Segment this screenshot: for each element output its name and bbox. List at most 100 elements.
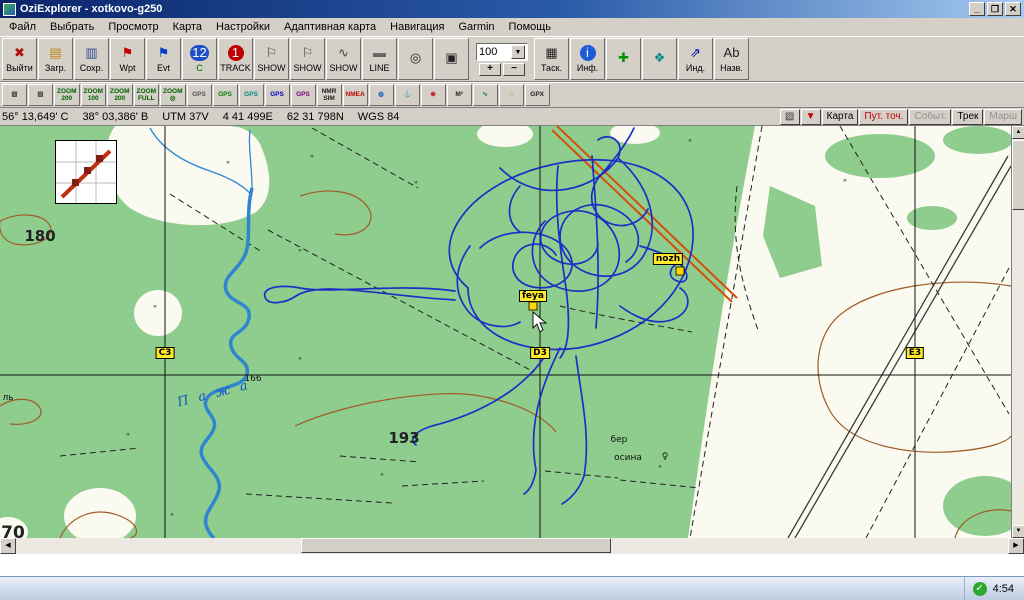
toolbar-button-label: Wpt	[119, 63, 135, 74]
toolbar-button[interactable]: ❖	[642, 38, 677, 80]
layer-toggle-button[interactable]: Марш	[984, 109, 1022, 125]
toolbar-button-label: Загр.	[45, 63, 66, 74]
toolbar-small-button[interactable]: GPX	[525, 84, 550, 106]
toolbar-button[interactable]: ▣	[434, 38, 469, 80]
toolbar-small-button[interactable]: GPS	[239, 84, 264, 106]
vertical-scroll-thumb[interactable]	[1012, 140, 1024, 210]
toolbar-button-icon: ∿	[336, 45, 352, 61]
layer-toggle-button[interactable]: Пут. точ.	[859, 109, 908, 125]
toolbar-button[interactable]: ▦ Таск.	[534, 38, 569, 80]
latitude-readout: 56° 13,649' С	[2, 111, 68, 123]
menu-item[interactable]: Навигация	[383, 19, 451, 35]
toolbar-button[interactable]: ✖ Выйти	[2, 38, 37, 80]
menu-item[interactable]: Файл	[2, 19, 43, 35]
overview-inset[interactable]	[55, 140, 117, 204]
scroll-left-arrow[interactable]: ◀	[0, 538, 16, 554]
toolbar-small-button[interactable]: GPS	[187, 84, 212, 106]
menu-item[interactable]: Карта	[166, 19, 209, 35]
toolbar-button[interactable]: ▥ Сохр.	[74, 38, 109, 80]
overview-inset-canvas	[56, 141, 116, 203]
toolbar-button-icon: ◎	[408, 50, 424, 66]
toolbar-small-button[interactable]: ZOOM 200	[107, 84, 133, 106]
scroll-down-arrow[interactable]: ▼	[1012, 525, 1024, 538]
zoom-in-button[interactable]: +	[479, 63, 501, 76]
scroll-right-arrow[interactable]: ▶	[1008, 538, 1024, 554]
toolbar-button-label: Evt	[157, 63, 170, 74]
zoom-level-dropdown[interactable]: 100 ▼	[476, 43, 528, 61]
main-toolbar: ✖ Выйти ▤ Загр. ▥ Сохр. ⚑ Wpt	[0, 36, 1024, 82]
minimize-button[interactable]: _	[969, 2, 985, 16]
menu-item[interactable]: Адаптивная карта	[277, 19, 383, 35]
layer-toggle-button[interactable]: Событ.	[909, 109, 951, 125]
toolbar-small-button[interactable]: M²	[447, 84, 472, 106]
toolbar-small-button[interactable]: ▨	[28, 84, 53, 106]
taskbar-clock[interactable]: 4:54	[993, 583, 1014, 595]
toolbar-small-button[interactable]: NMR SIM	[317, 84, 342, 106]
toolbar-small-button[interactable]: ▧	[2, 84, 27, 106]
menu-item[interactable]: Просмотр	[101, 19, 165, 35]
menu-item[interactable]: Выбрать	[43, 19, 101, 35]
toolbar-button-label: SHOW	[330, 63, 358, 74]
toolbar-button-icon: ⚑	[156, 45, 172, 61]
toolbar-button-label: C	[196, 63, 203, 74]
toolbar-button[interactable]: 1 TRACK	[218, 38, 253, 80]
toolbar-button-icon: 12	[190, 45, 208, 61]
close-button[interactable]: ✕	[1005, 2, 1021, 16]
toolbar-small-button[interactable]: ZOOM ◎	[160, 84, 186, 106]
toolbar-small-button[interactable]: ∿	[473, 84, 498, 106]
toolbar-button[interactable]: ⇗ Инд.	[678, 38, 713, 80]
toolbar-small-button[interactable]: GPS	[265, 84, 290, 106]
taskbar[interactable]: ✓ 4:54	[0, 576, 1024, 600]
menu-item[interactable]: Garmin	[451, 19, 501, 35]
menu-item[interactable]: Помощь	[502, 19, 559, 35]
toolbar-button[interactable]: ∿ SHOW	[326, 38, 361, 80]
map-vertical-scrollbar[interactable]: ▲ ▼	[1011, 126, 1024, 538]
maximize-button[interactable]: ❐	[987, 2, 1003, 16]
toolbar-button-label: SHOW	[294, 63, 322, 74]
statusbar-icon-button[interactable]: ▼	[801, 109, 821, 125]
toolbar-button-label: LINE	[369, 63, 389, 74]
menu-bar: ФайлВыбратьПросмотрКартаНастройкиАдаптив…	[0, 18, 1024, 36]
northing-readout: 62 31 798N	[287, 111, 344, 123]
toolbar-small-button[interactable]: ◍	[369, 84, 394, 106]
toolbar-button[interactable]: ◎	[398, 38, 433, 80]
toolbar-button[interactable]: Ab Назв.	[714, 38, 749, 80]
toolbar-button[interactable]: ⚑ Evt	[146, 38, 181, 80]
toolbar-button-icon: ✚	[616, 50, 632, 66]
horizontal-scroll-track[interactable]	[16, 538, 1008, 554]
horizontal-scroll-thumb[interactable]	[301, 538, 611, 553]
toolbar-small-button[interactable]: ZOOM FULL	[134, 84, 160, 106]
layer-toggle-button[interactable]: Карта	[822, 109, 859, 125]
statusbar-icon-button[interactable]: ▧	[780, 109, 800, 125]
coordinate-bar: 56° 13,649' С 38° 03,386' В UTM 37V 4 41…	[0, 108, 1024, 126]
chevron-down-icon[interactable]: ▼	[511, 45, 525, 59]
toolbar-button[interactable]: ⚐ SHOW	[254, 38, 289, 80]
map-horizontal-scrollbar[interactable]: ◀ ▶	[0, 538, 1024, 554]
toolbar-small-button[interactable]: ⚓	[395, 84, 420, 106]
toolbar-button[interactable]: 12 C	[182, 38, 217, 80]
easting-readout: 4 41 499E	[223, 111, 273, 123]
toolbar-small-button[interactable]: ZOOM 100	[81, 84, 107, 106]
toolbar-small-button[interactable]: ☼	[499, 84, 524, 106]
antivirus-tray-icon[interactable]: ✓	[973, 582, 987, 596]
toolbar-small-button[interactable]: GPS	[213, 84, 238, 106]
toolbar-button-label: SHOW	[258, 63, 286, 74]
title-bar[interactable]: OziExplorer - xotkovo-g250 _ ❐ ✕	[0, 0, 1024, 18]
toolbar-small-button[interactable]: ⊗	[421, 84, 446, 106]
toolbar-small-button[interactable]: ZOOM 200	[54, 84, 80, 106]
map-canvas[interactable]	[0, 126, 1011, 538]
toolbar-button[interactable]: ▤ Загр.	[38, 38, 73, 80]
toolbar-button-icon: Ab	[722, 45, 742, 61]
toolbar-small-button[interactable]: GPS	[291, 84, 316, 106]
datum-readout: WGS 84	[358, 111, 400, 123]
toolbar-button[interactable]: i Инф.	[570, 38, 605, 80]
menu-item[interactable]: Настройки	[209, 19, 277, 35]
toolbar-button[interactable]: ▬ LINE	[362, 38, 397, 80]
scroll-up-arrow[interactable]: ▲	[1012, 126, 1024, 139]
toolbar-small-button[interactable]: NMEA	[343, 84, 368, 106]
toolbar-button[interactable]: ⚑ Wpt	[110, 38, 145, 80]
layer-toggle-button[interactable]: Трек	[952, 109, 983, 125]
zoom-out-button[interactable]: −	[503, 63, 525, 76]
toolbar-button[interactable]: ✚	[606, 38, 641, 80]
toolbar-button[interactable]: ⚐ SHOW	[290, 38, 325, 80]
